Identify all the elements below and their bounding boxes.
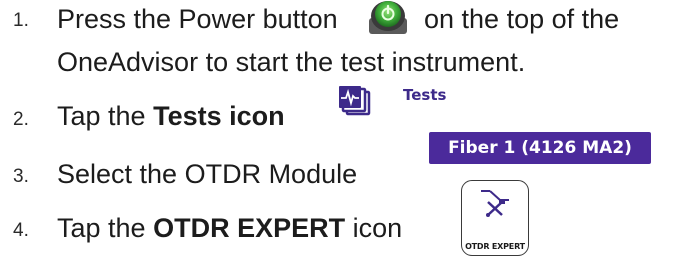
tests-label: Tests bbox=[403, 86, 447, 104]
step-number: 1. bbox=[13, 10, 29, 31]
tests-icon bbox=[339, 86, 371, 116]
power-button-icon bbox=[369, 1, 407, 34]
step-number: 4. bbox=[13, 220, 29, 241]
step-text-bold: Tests icon bbox=[153, 101, 285, 131]
step-text-continued: on the top of the bbox=[424, 4, 620, 34]
step-text-line2: OneAdvisor to start the test instrument. bbox=[57, 47, 526, 77]
step-text-plain: Tap the bbox=[57, 101, 154, 131]
otdr-expert-icon bbox=[481, 190, 509, 217]
otdr-expert-button[interactable]: OTDR EXPERT bbox=[461, 180, 529, 256]
step-text: Tap the OTDR EXPERT icon bbox=[57, 213, 402, 244]
step-text: Select the OTDR Module bbox=[57, 159, 358, 189]
step-text: Press the Power button bbox=[57, 4, 338, 34]
step-number: 3. bbox=[13, 166, 29, 187]
step-text-bold: OTDR EXPERT bbox=[153, 213, 346, 243]
otdr-expert-caption: OTDR EXPERT bbox=[465, 242, 525, 251]
step-text: Tap the Tests icon bbox=[57, 101, 285, 132]
fiber-module-badge[interactable]: Fiber 1 (4126 MA2) bbox=[429, 132, 651, 164]
step-text-plain-after: icon bbox=[345, 213, 403, 243]
step-text-plain: Tap the bbox=[57, 213, 154, 243]
step-number: 2. bbox=[13, 109, 29, 130]
